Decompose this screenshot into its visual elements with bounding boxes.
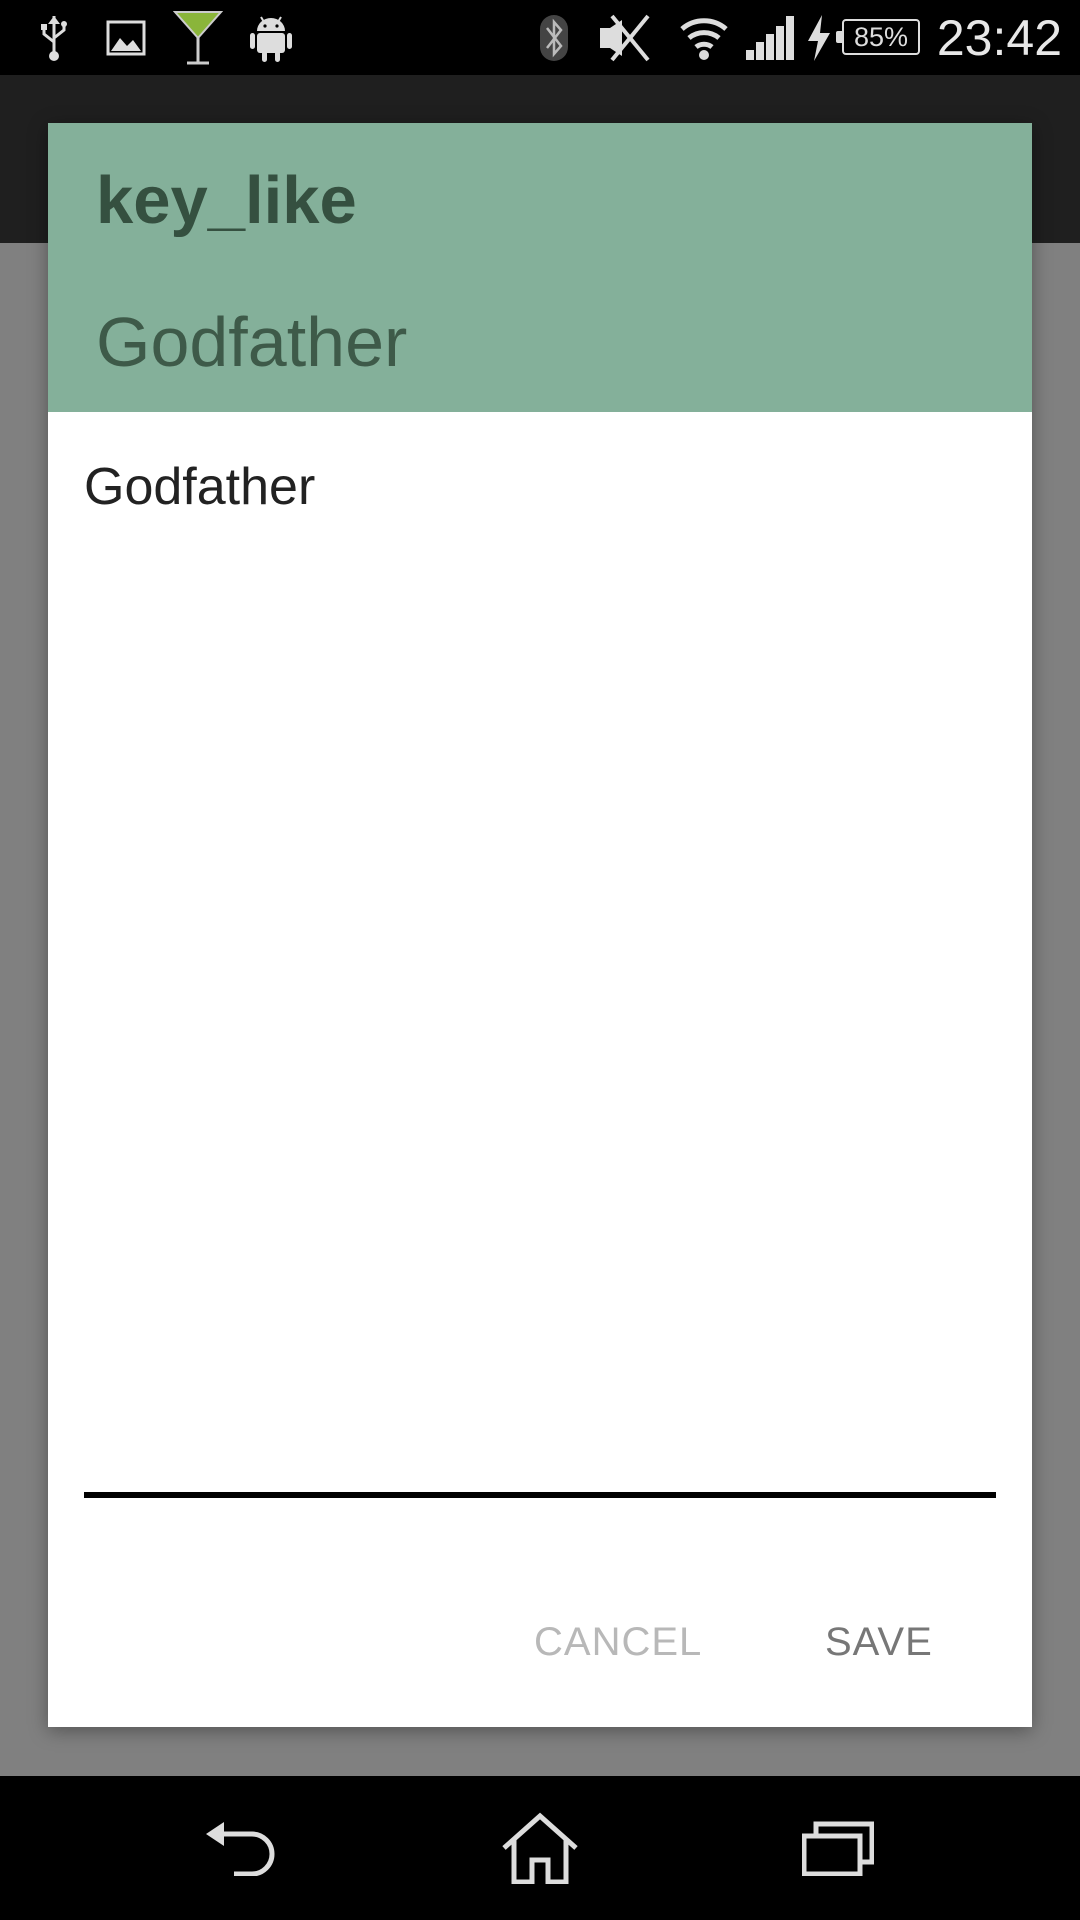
home-icon[interactable]	[480, 1798, 600, 1898]
wifi-icon	[678, 10, 730, 66]
back-icon[interactable]	[182, 1798, 302, 1898]
status-clock: 23:42	[936, 10, 1062, 66]
text-input-underline[interactable]	[84, 1492, 996, 1498]
dialog-message: Godfather	[84, 458, 316, 516]
save-button[interactable]: SAVE	[805, 1602, 953, 1682]
cancel-button[interactable]: CANCEL	[514, 1602, 722, 1682]
signal-icon	[744, 10, 796, 66]
usb-icon	[32, 10, 76, 66]
dialog-subtitle: Godfather	[96, 303, 408, 381]
dialog-header: key_like Godfather	[48, 123, 1032, 412]
cocktail-icon	[170, 10, 226, 66]
dialog-body: Godfather CANCEL SAVE	[48, 412, 1032, 1727]
charging-icon	[804, 10, 834, 66]
edit-dialog: key_like Godfather Godfather CANCEL SAVE	[48, 123, 1032, 1727]
nfc-off-icon	[596, 10, 652, 66]
recents-icon[interactable]	[778, 1798, 898, 1898]
screen: 85% 23:42 key_like Godfather Godfather C…	[0, 0, 1080, 1920]
image-icon	[104, 10, 148, 66]
dialog-title: key_like	[96, 163, 357, 238]
bluetooth-icon	[536, 10, 572, 66]
navigation-bar	[0, 1776, 1080, 1920]
battery-icon: 85%	[836, 19, 920, 55]
android-icon	[246, 10, 296, 66]
status-bar: 85% 23:42	[0, 0, 1080, 75]
